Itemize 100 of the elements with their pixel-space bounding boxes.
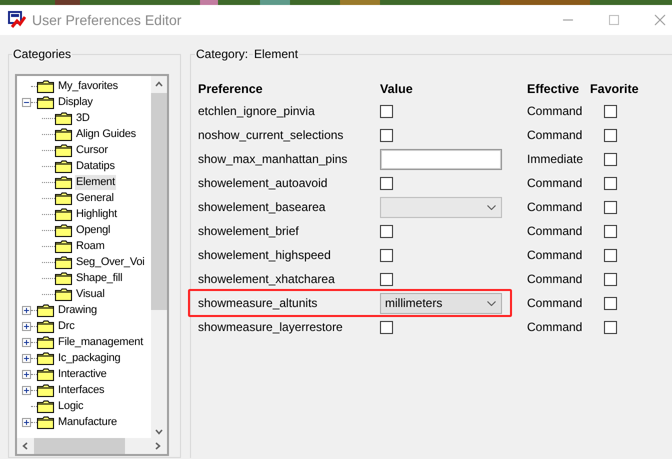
favorite-checkbox[interactable] <box>604 248 617 262</box>
effective-value: Command <box>527 176 582 190</box>
folder-icon <box>55 272 72 284</box>
effective-value: Command <box>527 104 582 118</box>
tree-item[interactable]: 3D <box>75 110 91 126</box>
effective-value: Command <box>527 200 582 214</box>
expand-icon[interactable] <box>22 386 31 394</box>
tree-item[interactable]: Display <box>57 94 94 110</box>
expand-icon[interactable] <box>22 354 31 362</box>
folder-icon <box>55 160 72 172</box>
scroll-left-icon[interactable] <box>22 442 28 450</box>
effective-value: Command <box>527 296 582 310</box>
tree-item[interactable]: My_favorites <box>57 78 119 94</box>
preference-name: showmeasure_altunits <box>198 295 318 312</box>
favorite-checkbox[interactable] <box>604 320 617 334</box>
folder-icon <box>55 112 72 124</box>
expand-icon[interactable] <box>22 322 31 330</box>
folder-icon <box>55 144 72 156</box>
effective-value: Command <box>527 248 582 262</box>
folder-icon <box>37 416 54 428</box>
tree-item[interactable]: Opengl <box>75 222 112 238</box>
column-header: Preference <box>197 81 264 98</box>
window-title: User Preferences Editor <box>32 10 182 30</box>
tree-item[interactable]: Visual <box>75 286 106 302</box>
favorite-checkbox[interactable] <box>604 176 617 190</box>
panel-title: Categories <box>12 46 72 62</box>
effective-value: Command <box>527 224 582 238</box>
effective-value: Command <box>527 320 582 334</box>
effective-value: Command <box>527 128 582 142</box>
tree-item[interactable]: Cursor <box>75 142 109 158</box>
favorite-checkbox[interactable] <box>604 152 617 166</box>
folder-icon <box>37 352 54 364</box>
expand-icon[interactable] <box>22 418 31 426</box>
folder-icon <box>55 176 72 188</box>
dropdown[interactable]: millimeters <box>380 292 502 314</box>
favorite-checkbox[interactable] <box>604 104 617 118</box>
folder-icon <box>37 368 54 380</box>
folder-icon <box>37 96 54 108</box>
dropdown-value: millimeters <box>385 295 442 312</box>
favorite-checkbox[interactable] <box>604 128 617 142</box>
tree-item[interactable]: File_management <box>57 334 144 350</box>
checkbox[interactable] <box>380 224 393 238</box>
folder-icon <box>55 256 72 268</box>
folder-icon <box>55 208 72 220</box>
folder-icon <box>37 400 54 412</box>
preference-name: showmeasure_layerrestore <box>198 319 343 336</box>
tree-item[interactable]: Drc <box>57 318 76 334</box>
favorite-checkbox[interactable] <box>604 224 617 238</box>
preference-name: etchlen_ignore_pinvia <box>198 103 315 120</box>
tree-item[interactable]: General <box>75 190 115 206</box>
preference-name: showelement_autoavoid <box>198 175 328 192</box>
preference-name: showelement_highspeed <box>198 247 331 264</box>
tree-item[interactable]: Interfaces <box>57 382 106 398</box>
checkbox[interactable] <box>380 128 393 142</box>
favorite-checkbox[interactable] <box>604 296 617 310</box>
checkbox[interactable] <box>380 248 393 262</box>
scroll-right-icon[interactable] <box>155 442 161 450</box>
folder-icon <box>55 192 72 204</box>
close-icon[interactable] <box>654 14 666 26</box>
checkbox[interactable] <box>380 272 393 286</box>
tree-item[interactable]: Interactive <box>57 366 108 382</box>
scrollbar-thumb[interactable] <box>34 438 125 454</box>
favorite-checkbox[interactable] <box>604 272 617 286</box>
column-header: Effective <box>527 81 580 98</box>
tree-item[interactable]: Manufacture <box>57 414 118 430</box>
tree-item[interactable]: Drawing <box>57 302 98 318</box>
tree-item[interactable]: Ic_packaging <box>57 350 122 366</box>
tree-item[interactable]: Datatips <box>75 158 116 174</box>
preference-name: show_max_manhattan_pins <box>198 151 348 168</box>
tree-item[interactable]: Align Guides <box>75 126 137 142</box>
scroll-up-icon[interactable] <box>155 81 163 87</box>
tree-item[interactable]: Shape_fill <box>75 270 124 286</box>
chevron-down-icon <box>487 204 496 210</box>
effective-value: Command <box>527 272 582 286</box>
horizontal-scrollbar[interactable] <box>17 438 167 454</box>
vertical-scrollbar[interactable] <box>151 76 167 441</box>
tree-item[interactable]: Seg_Over_Voi <box>75 254 146 270</box>
expand-icon[interactable] <box>22 338 31 346</box>
input-field[interactable] <box>380 148 502 170</box>
collapse-icon[interactable] <box>22 98 31 106</box>
checkbox[interactable] <box>380 104 393 118</box>
expand-icon[interactable] <box>22 306 31 314</box>
checkbox[interactable] <box>380 320 393 334</box>
tree-item[interactable]: Roam <box>75 238 106 254</box>
column-header: Value <box>380 81 414 98</box>
scrollbar-thumb[interactable] <box>151 93 167 310</box>
preference-name: noshow_current_selections <box>198 127 344 144</box>
scroll-down-icon[interactable] <box>155 429 163 435</box>
tree-item[interactable]: Element <box>75 174 116 190</box>
checkbox[interactable] <box>380 176 393 190</box>
folder-icon <box>37 320 54 332</box>
folder-icon <box>55 224 72 236</box>
folder-icon <box>55 288 72 300</box>
preference-name: showelement_xhatcharea <box>198 271 335 288</box>
folder-icon <box>37 80 54 92</box>
folder-icon <box>55 128 72 140</box>
column-header: Favorite <box>590 81 640 98</box>
tree-item[interactable]: Highlight <box>75 206 118 222</box>
tree-item[interactable]: Logic <box>57 398 84 414</box>
expand-icon[interactable] <box>22 370 31 378</box>
